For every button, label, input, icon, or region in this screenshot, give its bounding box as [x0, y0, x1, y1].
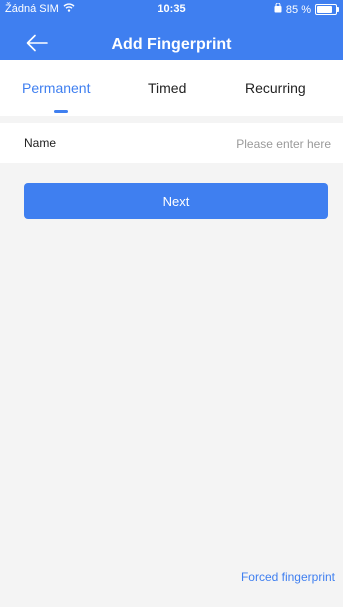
name-field-row: Name [0, 123, 343, 163]
tab-recurring[interactable]: Recurring [245, 80, 306, 96]
status-bar: Žádná SIM 10:35 85 % [0, 0, 343, 18]
next-button[interactable]: Next [24, 183, 328, 219]
battery-lock-icon [274, 2, 282, 16]
battery-fill [317, 6, 332, 13]
header-bar: Žádná SIM 10:35 85 % Add Fingerprint [0, 0, 343, 60]
battery-icon [315, 4, 339, 15]
nav-bar: Add Fingerprint [0, 26, 343, 60]
tab-timed[interactable]: Timed [148, 80, 186, 96]
battery-percent: 85 % [285, 3, 311, 16]
name-input[interactable] [149, 132, 333, 156]
active-tab-indicator [54, 110, 68, 113]
forced-fingerprint-link[interactable]: Forced fingerprint [241, 570, 335, 584]
tab-bar: Permanent Timed Recurring [0, 60, 343, 116]
page-title: Add Fingerprint [111, 36, 232, 53]
tab-permanent[interactable]: Permanent [22, 80, 90, 96]
battery-info: 85 % [274, 2, 339, 16]
name-label: Name [24, 136, 57, 150]
